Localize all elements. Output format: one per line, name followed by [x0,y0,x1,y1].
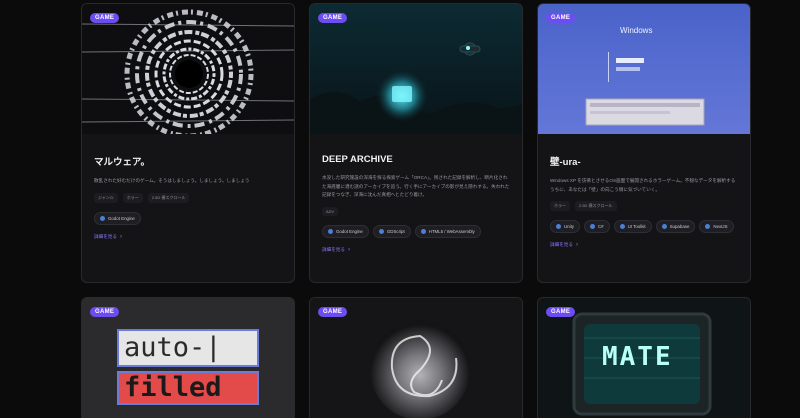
genre-tags: ホラー 2.5D 横スクロール [550,201,738,211]
project-card-swirl[interactable]: GAME [309,297,523,418]
genre-tag: 2.5D 横スクロール [147,192,190,203]
category-badge: GAME [318,307,348,317]
card-thumbnail[interactable] [310,4,522,134]
category-badge: GAME [90,13,120,23]
tech-chip: Unity [550,220,581,233]
art-text-line1: auto-| [124,332,222,363]
tech-icon [328,228,333,234]
card-thumbnail[interactable] [82,4,294,134]
art-text: MATE [602,342,673,372]
card-description: 散乱された好むだけのゲーム。そうはしましょう。しましょう。しましょう [94,178,250,183]
card-title: DEEP ARCHIVE [322,154,393,165]
arrow-right-icon: › [575,242,578,248]
arrow-right-icon: › [347,246,350,253]
category-badge: GAME [90,307,120,317]
view-details-link[interactable]: 詳細を見る › [322,247,510,253]
vortex-art-icon [82,4,294,134]
card-title: マルウェア。 [94,157,151,168]
tech-icon [420,228,426,234]
os-window-title: Windows [620,26,653,35]
category-badge: GAME [546,13,576,23]
tech-icon [590,224,596,229]
card-body: 壁-ura- Windows XP を彷彿とさせるOS画面で展開されるホラーゲー… [550,154,738,248]
tech-icon [556,224,561,229]
tech-icon [378,228,384,234]
category-badge: GAME [318,13,348,23]
tech-chip: GDScript [372,224,411,238]
art-text-line2: filled [124,372,222,403]
arrow-right-icon: › [119,233,122,240]
tech-icon [619,224,625,229]
genre-tag: ジャンル [94,192,118,203]
project-grid: GAME マルウェア。 散乱された好むだけのゲーム。そうはしましょう。しましょう… [0,0,800,418]
project-card-autofilled[interactable]: auto-| filled GAME [81,297,295,418]
tech-chip: C# [584,220,610,233]
genre-tag: ホラー [550,201,570,211]
project-card-deep-archive[interactable]: GAME DEEP ARCHIVE 水没した研究施設の深海を探る探索ゲーム「OR… [309,3,523,283]
card-title: 壁-ura- [550,157,581,168]
tech-icon [661,224,667,229]
category-badge: GAME [546,307,576,317]
view-details-link[interactable]: 詳細を見る › [550,242,738,248]
project-card-ura[interactable]: Windows GAME 壁-ura- Windows XP を彷彿とさせるOS… [537,3,751,283]
tech-chip: UI Toolkit [613,220,652,233]
card-description: Windows XP を彷彿とさせるOS画面で展開されるホラーゲーム。不穏なデー… [550,178,736,192]
card-body: マルウェア。 散乱された好むだけのゲーム。そうはしましょう。しましょう。しましょ… [94,154,282,240]
project-card-mate[interactable]: MATE GAME [537,297,751,418]
tech-chip: HTML5 / WebAssembly [414,224,481,238]
tech-chip: Godot Engine [94,211,141,225]
tech-stack: Godot Engine [94,211,282,225]
tech-stack: Unity C# UI Toolkit Supabase NextJS [550,220,738,233]
card-thumbnail[interactable]: Windows [538,4,750,134]
deep-sea-art-icon [310,4,522,134]
genre-tag: 2.5D 横スクロール [575,201,617,211]
project-card-malware[interactable]: GAME マルウェア。 散乱された好むだけのゲーム。そうはしましょう。しましょう… [81,3,295,283]
tech-chip: NextJS [699,220,734,233]
tech-chip: Supabase [655,220,696,233]
os-screen-art-icon [538,4,750,134]
card-body: DEEP ARCHIVE 水没した研究施設の深海を探る探索ゲーム「ORCA」。残… [322,154,510,253]
genre-tag: ホラー [122,192,143,203]
view-details-link[interactable]: 詳細を見る › [94,234,282,240]
genre-tag: ADV [322,206,339,216]
tech-icon [705,224,711,229]
tech-stack: Godot Engine GDScript HTML5 / WebAssembl… [322,224,510,238]
card-description: 水没した研究施設の深海を探る探索ゲーム「ORCA」。残された記録を解析し、断片化… [322,175,510,197]
genre-tags: ジャンル ホラー 2.5D 横スクロール [94,192,282,203]
genre-tags: ADV [322,206,510,216]
tech-chip: Godot Engine [322,224,369,238]
tech-icon [100,215,105,221]
